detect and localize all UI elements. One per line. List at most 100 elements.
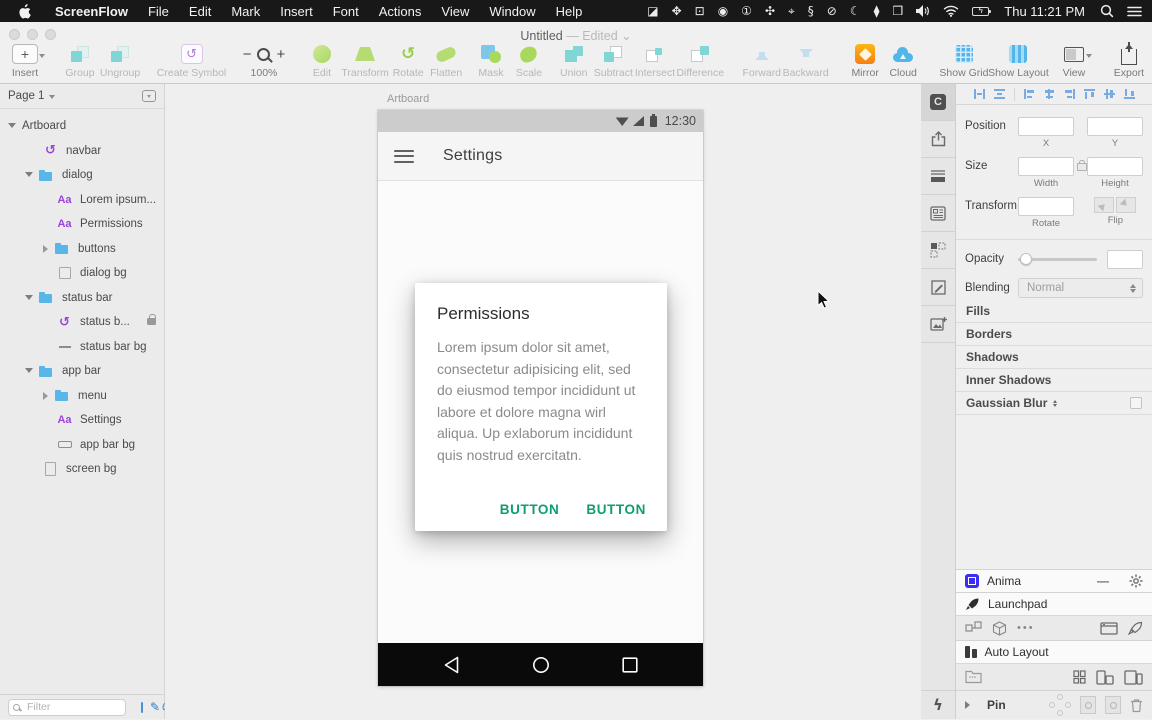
slider-knob[interactable] xyxy=(1020,253,1032,265)
menu-window[interactable]: Window xyxy=(479,4,545,19)
pinwheel-icon[interactable]: ✣ xyxy=(765,0,775,22)
menu-help[interactable]: Help xyxy=(546,4,593,19)
clipboard-icon[interactable]: ❒ xyxy=(893,0,904,22)
menu-actions[interactable]: Actions xyxy=(369,4,432,19)
layer-row-status-bar[interactable]: status bar xyxy=(0,286,164,311)
apple-icon[interactable] xyxy=(18,4,31,19)
zoom-in-button[interactable]: + xyxy=(276,46,285,63)
artboard[interactable]: 12:30 Settings Permissions Lorem ipsum d… xyxy=(378,110,703,686)
flatten-button[interactable]: Flatten xyxy=(431,42,461,79)
spotlight-search-icon[interactable] xyxy=(1100,4,1114,18)
intersect-button[interactable]: Intersect xyxy=(638,42,672,79)
layer-row-menu[interactable]: menu xyxy=(0,384,164,409)
layer-row-settings-text[interactable]: Settings xyxy=(0,408,164,433)
trash-icon[interactable] xyxy=(1130,698,1143,713)
blur-type-chevrons-icon[interactable] xyxy=(1053,398,1057,409)
forward-button[interactable]: Forward xyxy=(745,42,778,79)
capture-app-icon[interactable]: ◪ xyxy=(647,0,658,22)
layer-row-status-bar-bg[interactable]: status bar bg xyxy=(0,335,164,360)
distribute-horizontal-icon[interactable] xyxy=(974,89,985,99)
insert-button[interactable]: + Insert xyxy=(10,42,40,79)
layer-row-app-bar-bg[interactable]: app bar bg xyxy=(0,433,164,458)
layer-row-lorem-text[interactable]: Lorem ipsum... xyxy=(0,188,164,213)
menu-font[interactable]: Font xyxy=(323,4,369,19)
flip-vertical-button[interactable] xyxy=(1116,197,1136,213)
align-right-icon[interactable] xyxy=(1064,89,1075,99)
mask-button[interactable]: Mask xyxy=(476,42,506,79)
layer-row-dialog-bg[interactable]: dialog bg xyxy=(0,261,164,286)
mirror-button[interactable]: Mirror xyxy=(850,42,880,79)
anima-panel-header[interactable]: Anima — xyxy=(956,569,1152,592)
info-icon[interactable]: ① xyxy=(741,0,752,22)
align-top-icon[interactable] xyxy=(1084,89,1095,99)
tablets-icon[interactable] xyxy=(1124,670,1143,685)
quick-actions-tab[interactable]: ϟ xyxy=(921,690,955,719)
layer-row-buttons[interactable]: buttons xyxy=(0,237,164,262)
align-left-icon[interactable] xyxy=(1024,89,1035,99)
phones-icon[interactable] xyxy=(1096,670,1114,685)
zoom-out-button[interactable]: − xyxy=(243,46,252,63)
pin-preset-2-button[interactable] xyxy=(1105,696,1121,714)
dropbox-icon[interactable]: ✥ xyxy=(672,0,682,22)
flip-horizontal-button[interactable] xyxy=(1094,197,1114,213)
page-list-toggle-icon[interactable] xyxy=(142,90,156,102)
rocket-preview-icon[interactable] xyxy=(1128,621,1143,636)
lock-ratio-icon[interactable] xyxy=(1077,163,1085,171)
droplet-icon[interactable]: ⧫ xyxy=(874,0,880,22)
launchpad-panel-header[interactable]: Launchpad xyxy=(956,592,1152,615)
volume-icon[interactable] xyxy=(916,5,930,17)
layer-row-permissions-text[interactable]: Permissions xyxy=(0,212,164,237)
filter-input[interactable] xyxy=(8,699,126,716)
disclosure-down-icon[interactable] xyxy=(25,365,39,377)
position-y-input[interactable] xyxy=(1087,117,1143,136)
grid-squares-icon[interactable] xyxy=(1073,670,1086,684)
auto-layout-panel-header[interactable]: Auto Layout xyxy=(956,640,1152,663)
print-styles-tab[interactable] xyxy=(921,158,955,195)
opacity-value-input[interactable] xyxy=(1107,250,1143,269)
pin-positions-icon[interactable] xyxy=(1049,694,1071,716)
lock-icon[interactable] xyxy=(147,318,156,326)
export-button[interactable]: Export xyxy=(1114,42,1144,79)
document-panel-tab[interactable] xyxy=(921,195,955,232)
fills-section-header[interactable]: Fills xyxy=(956,300,1152,323)
cloud-button[interactable]: Cloud xyxy=(888,42,918,79)
edit-frame-tab[interactable] xyxy=(921,269,955,306)
menu-screenflow[interactable]: ScreenFlow xyxy=(45,4,138,19)
menu-file[interactable]: File xyxy=(138,4,179,19)
section-icon[interactable]: § xyxy=(808,0,814,22)
gaussian-blur-section-header[interactable]: Gaussian Blur xyxy=(956,392,1152,415)
group-button[interactable]: Group xyxy=(65,42,95,79)
flow-icon[interactable] xyxy=(965,621,982,635)
distribute-vertical-icon[interactable] xyxy=(994,89,1005,99)
menu-edit[interactable]: Edit xyxy=(179,4,221,19)
menu-insert[interactable]: Insert xyxy=(270,4,323,19)
video-capture-icon[interactable]: ⊡ xyxy=(695,0,705,22)
layer-row-navbar[interactable]: navbar xyxy=(0,139,164,164)
menu-view[interactable]: View xyxy=(431,4,479,19)
minimize-panel-icon[interactable]: — xyxy=(1097,574,1109,588)
disclosure-right-icon[interactable] xyxy=(41,392,55,400)
share-tab[interactable] xyxy=(921,121,955,158)
disclosure-right-icon[interactable] xyxy=(41,245,55,253)
hamburger-menu-icon[interactable] xyxy=(394,150,414,163)
edit-button[interactable]: Edit xyxy=(307,42,337,79)
transform-button[interactable]: Transform xyxy=(345,42,385,79)
layer-row-screen-bg[interactable]: screen bg xyxy=(0,457,164,482)
layer-row-dialog[interactable]: dialog xyxy=(0,163,164,188)
difference-button[interactable]: Difference xyxy=(680,42,720,79)
borders-section-header[interactable]: Borders xyxy=(956,323,1152,346)
pages-overlay-icon[interactable] xyxy=(141,702,143,713)
browser-window-icon[interactable] xyxy=(1100,622,1118,635)
folder-dots-icon[interactable] xyxy=(965,670,982,684)
align-center-horizontal-icon[interactable] xyxy=(1044,89,1055,99)
artboard-label[interactable]: Artboard xyxy=(387,93,429,105)
blending-select[interactable]: Normal xyxy=(1018,278,1143,298)
show-layout-button[interactable]: Show Layout xyxy=(993,42,1044,79)
dialog-button-1[interactable]: BUTTON xyxy=(500,502,560,517)
layer-row-artboard[interactable]: Artboard xyxy=(0,114,164,139)
dnd-icon[interactable]: ⊘ xyxy=(827,0,837,22)
c-plugin-tab[interactable]: C xyxy=(921,84,955,121)
ungroup-button[interactable]: Ungroup xyxy=(103,42,137,79)
back-icon[interactable] xyxy=(443,656,460,674)
battery-icon[interactable]: ϟ xyxy=(972,7,989,16)
